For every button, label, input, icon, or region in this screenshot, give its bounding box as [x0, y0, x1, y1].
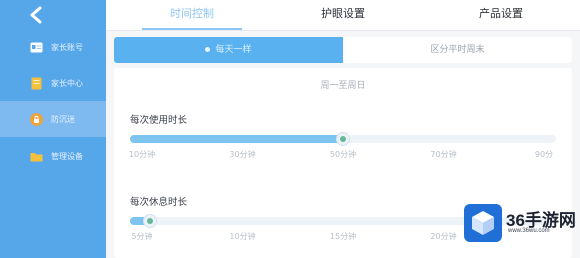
segment-weekday-weekend[interactable]: 区分平时周末 [343, 37, 572, 63]
schedule-mode-toggle: 每天一样 区分平时周末 [114, 37, 572, 63]
sidebar-item-label: 防沉迷 [51, 114, 75, 124]
tab-time-control[interactable]: 时间控制 [142, 0, 242, 30]
usage-duration-label: 每次使用时长 [130, 115, 188, 126]
tick-label: 15分钟 [329, 232, 357, 241]
selected-dot-icon [205, 47, 211, 52]
sidebar-item-label: 管理设备 [51, 151, 83, 161]
tab-product-settings[interactable]: 产品设置 [451, 0, 551, 30]
tick-label: 5分钟 [131, 232, 153, 241]
document-icon [31, 77, 42, 89]
tick-label: 30分钟 [229, 150, 256, 159]
sidebar-item-anti-addiction[interactable]: 防沉迷 [0, 101, 106, 137]
top-tab-bar: 时间控制 护眼设置 产品设置 [106, 0, 580, 31]
tick-label: 50分钟 [329, 150, 357, 159]
segment-label: 区分平时周末 [430, 45, 485, 55]
sidebar-item-label: 家长中心 [51, 78, 83, 88]
tick-label: 90分 [534, 150, 554, 159]
slider-thumb[interactable] [143, 214, 158, 228]
tick-label: 20分钟 [430, 232, 457, 241]
lock-icon [30, 112, 43, 126]
watermark-logo: 36手游网 www.36wu.com [464, 200, 580, 258]
tick-label: 70分钟 [430, 150, 457, 159]
rest-duration-label: 每次休息时长 [130, 197, 188, 208]
sidebar-item-label: 家长账号 [51, 42, 83, 52]
sidebar-item-parent-account[interactable]: 家长账号 [0, 29, 106, 65]
id-card-icon [30, 42, 43, 52]
tick-label: 10分钟 [229, 232, 256, 241]
watermark-url: www.36wu.com [508, 228, 550, 234]
active-tab-indicator [142, 28, 242, 30]
cube-logo-icon [464, 204, 502, 242]
segment-same-every-day[interactable]: 每天一样 [114, 37, 343, 63]
usage-duration-slider[interactable] [130, 132, 556, 146]
sidebar: 家长账号 家长中心 防沉迷 管理设备 [0, 0, 106, 258]
folder-icon [30, 152, 43, 161]
slider-thumb[interactable] [336, 132, 350, 146]
segment-label: 每天一样 [215, 45, 252, 55]
tab-eye-protection[interactable]: 护眼设置 [293, 0, 393, 30]
tick-label: 10分钟 [128, 150, 156, 159]
back-arrow-icon[interactable] [28, 6, 44, 24]
day-range-label: 周一至周日 [320, 81, 366, 91]
sidebar-item-manage-devices[interactable]: 管理设备 [0, 138, 106, 174]
slider-fill [130, 135, 343, 143]
sidebar-item-parent-center[interactable]: 家长中心 [0, 65, 106, 101]
